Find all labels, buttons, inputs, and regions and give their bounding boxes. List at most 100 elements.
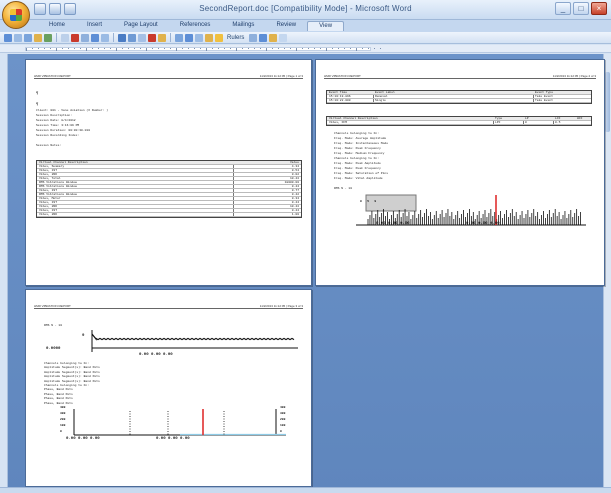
tab-mailings[interactable]: Mailings [221,21,265,31]
office-logo-icon [10,9,22,21]
y-tick-label: 400 [280,406,286,409]
text-line: Session Notes: [36,144,62,147]
plot-title: RMS N - 10 [44,324,63,327]
zoom-icon[interactable] [118,33,126,42]
two-pages-icon[interactable] [148,33,156,42]
draft-icon[interactable] [44,33,52,42]
ruler-tick [272,48,273,49]
tab-insert[interactable]: Insert [76,21,113,31]
ruler-tick [350,48,351,49]
ruler-tick [98,48,99,49]
text-line: Freq. Mode: Average Amplitude [334,137,387,140]
y-axis-top-label: 9 [82,334,85,338]
one-hundred-percent-icon[interactable] [128,33,136,42]
close-button[interactable]: × [591,2,607,15]
view-side-by-side-icon[interactable] [205,33,213,42]
text-line: Amplitude Segment(s): Band Pots [44,379,100,383]
ruler-tick [296,48,297,51]
title-bar: SecondReport.doc [Compatibility Mode] - … [0,0,611,20]
page-1[interactable]: HMR VIBRATION REPORT 11/2/2013 11:12:05 … [25,59,312,286]
ruler-tick [110,48,111,49]
tab-review[interactable]: Review [265,21,307,31]
new-window-icon[interactable] [175,33,183,42]
ruler-tick [146,48,147,51]
ruler-tick [92,48,93,49]
arrange-all-icon[interactable] [185,33,193,42]
ruler-tick [50,48,51,49]
selection-region [365,194,417,212]
text-line: Freq. Mode: Saturation of Pins [334,172,389,175]
switch-windows-icon[interactable] [249,33,258,42]
text-line: Session Time: 3:16:09 PM [36,124,80,127]
header-rule [34,308,303,309]
reset-position-icon[interactable] [279,33,288,42]
ruler-tick [158,48,159,49]
spectrum-x-labels-right: 0.00 0.00 0.00 [156,437,190,441]
tab-references[interactable]: References [169,21,222,31]
plot-title: RMS N - 10 [334,187,353,190]
ruler-tick [368,48,369,49]
text-line: Freq. Mode: Vital Amplitude [334,177,383,180]
gridlines-icon[interactable] [71,33,79,42]
text-line: Amplitude Segment(s): Band Pots [44,366,100,370]
ruler-tick [278,48,279,49]
y-tick-label: 100 [280,424,286,427]
y-axis-bottom-label: 0.0000 [46,347,61,351]
tab-home[interactable]: Home [38,21,76,31]
macros-icon[interactable] [259,33,268,42]
text-line: Freq. Mode: Peak Frequency [334,167,381,170]
trend-line [91,333,295,341]
highlight-icon[interactable] [215,33,223,42]
ruler-tick [236,48,237,51]
header-rule [324,78,596,79]
empty-page-slot [315,289,605,487]
spectrum-x-labels-left: 0.00 0.00 0.00 [66,437,100,441]
table-row: 15:10:22.000 Single Take Event [327,99,591,103]
x-axis-labels: 0.00 0.00 0.00 [139,353,173,357]
page-2[interactable]: HMR VIBRATION REPORT 11/2/2013 11:12:05 … [315,59,605,286]
document-map-icon[interactable] [91,33,99,42]
tab-page-layout[interactable]: Page Layout [113,21,169,31]
text-line: Session Duration: 00:00:30.010 [36,129,91,132]
ruler-tick [164,48,165,49]
page-width-icon[interactable] [158,33,166,42]
ruler-tick [200,48,201,49]
table-cell: 0 [525,121,527,124]
y-tick-label: 300 [60,412,66,415]
ruler-tick [326,48,327,51]
horizontal-ruler[interactable] [0,45,611,53]
rulers-toggle-label[interactable]: Rulers [227,35,244,41]
split-icon[interactable] [195,33,203,42]
ruler-icon[interactable] [61,33,69,42]
ruler-tick [152,48,153,49]
y-tick-label: 200 [280,418,286,421]
ruler-tick [356,48,357,51]
ruler-tick [320,48,321,49]
page-3[interactable]: HMR VIBRATION REPORT 11/2/2013 11:12:05 … [25,289,312,487]
sync-scroll-icon[interactable] [269,33,278,42]
print-layout-icon[interactable] [4,33,12,42]
y-axis-labels: 0 5 9 [360,200,377,203]
maximize-button[interactable]: □ [573,2,589,15]
thumbnails-icon[interactable] [101,33,109,42]
tab-view[interactable]: View [307,21,345,31]
text-line: Freq. Mode: Peak Frequency [334,147,381,150]
ruler-tick [344,48,345,49]
status-bar [0,487,611,493]
text-line: Channels belonging to Fn: [334,157,380,160]
text-line: Session Date: 8/4/2012 [36,119,76,122]
minimize-button[interactable]: _ [555,2,571,15]
office-button[interactable] [2,1,30,29]
outline-icon[interactable] [34,33,42,42]
message-bar-icon[interactable] [81,33,89,42]
text-line: Session Recording Index: [36,134,80,137]
ruler-track [25,47,381,51]
y-tick-label: 400 [60,406,66,409]
ruler-tick [26,48,27,51]
channel-value-table: Virtual Channel Description Value Vibes, S… [36,160,302,218]
scrollbar-thumb[interactable] [605,72,610,132]
ruler-tick [254,48,255,49]
one-page-icon[interactable] [138,33,146,42]
full-screen-icon[interactable] [14,33,22,42]
web-layout-icon[interactable] [24,33,32,42]
